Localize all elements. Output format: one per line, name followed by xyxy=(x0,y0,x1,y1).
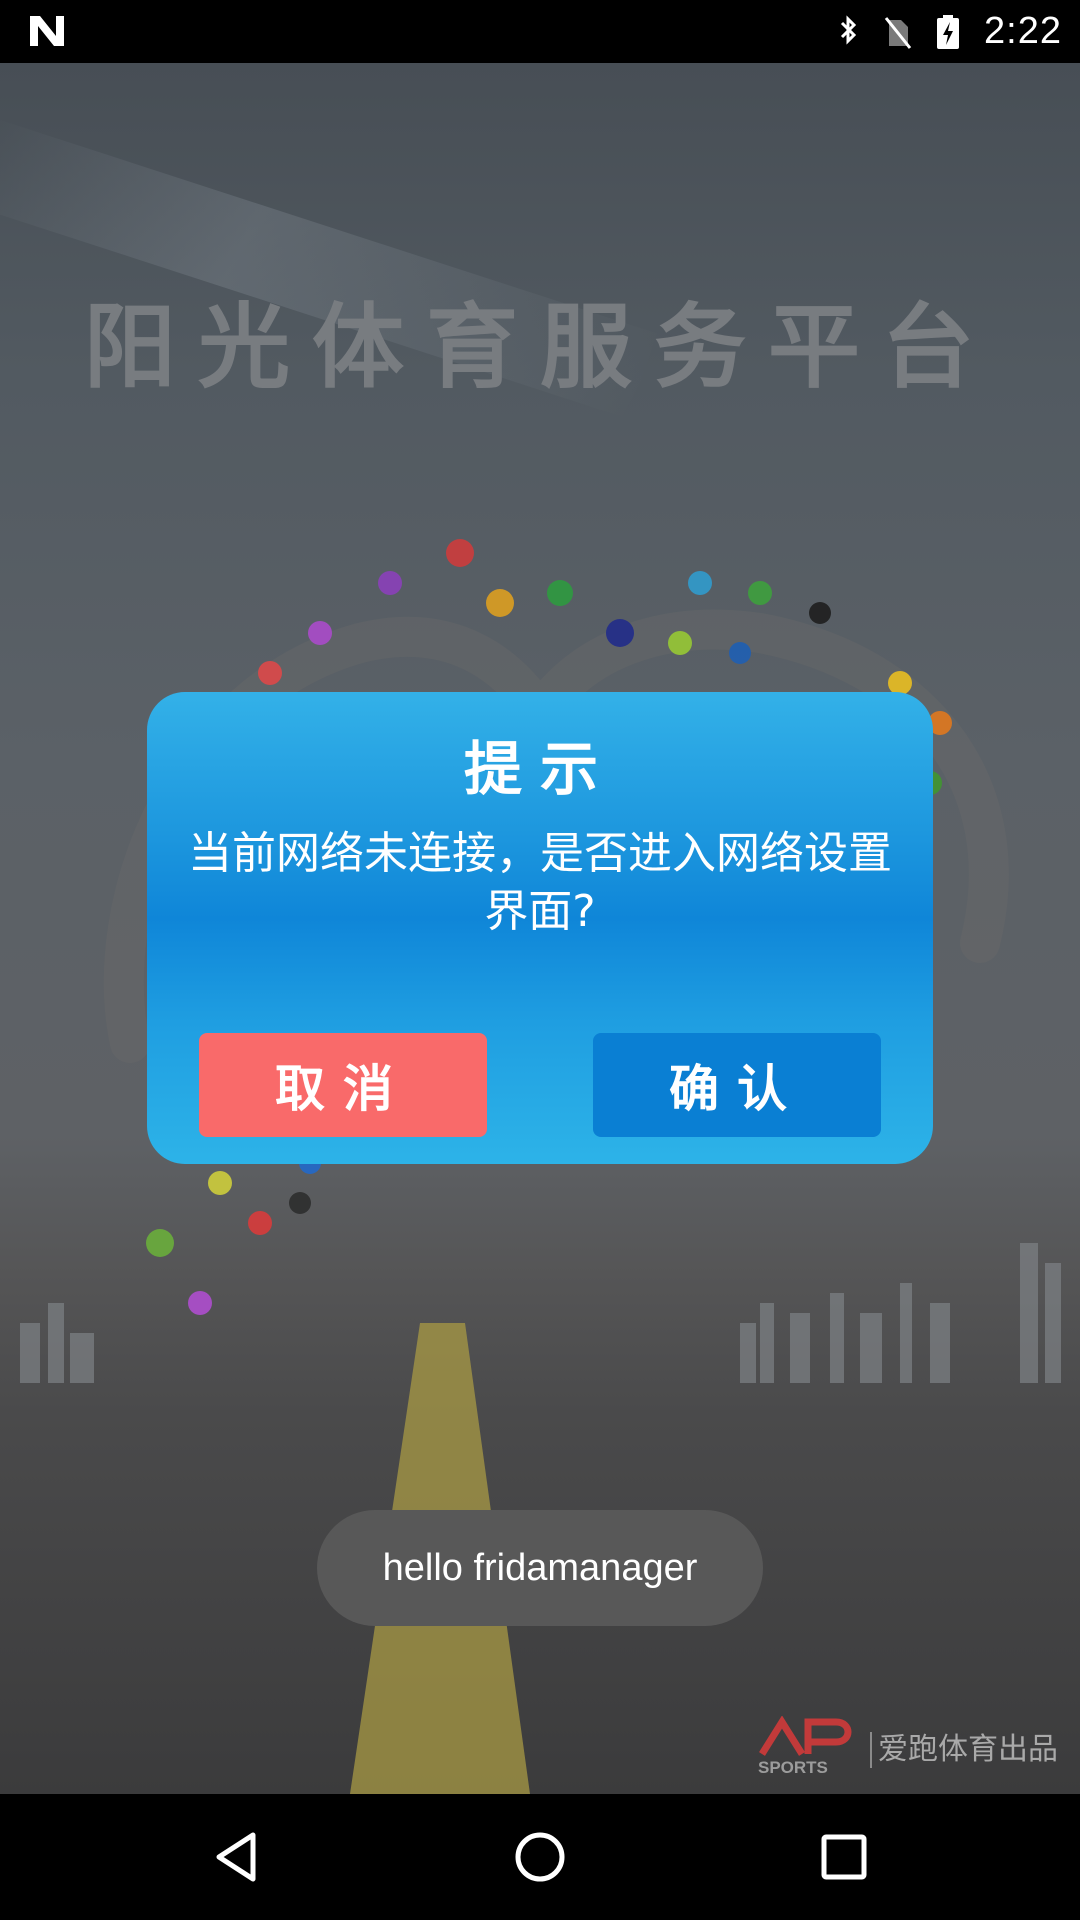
n-logo-icon xyxy=(30,16,64,46)
battery-charging-icon xyxy=(937,14,960,49)
svg-text:SPORTS: SPORTS xyxy=(758,1758,828,1776)
ap-sports-logo: SPORTS xyxy=(758,1716,852,1776)
navigation-bar xyxy=(0,1794,1080,1920)
app-title: 阳光体育服务平台 xyxy=(83,294,996,401)
brand-text: 爱跑体育出品 xyxy=(878,1732,1058,1767)
cancel-button[interactable]: 取消 xyxy=(199,1033,487,1137)
back-icon[interactable] xyxy=(207,1827,267,1887)
toast-message: hello fridamanager xyxy=(317,1510,763,1626)
brand-separator xyxy=(870,1732,872,1768)
bluetooth-icon xyxy=(840,14,857,45)
no-sim-icon xyxy=(884,16,912,49)
dialog-message: 当前网络未连接，是否进入网络设置界面? xyxy=(188,828,892,937)
status-icons: 2:22 xyxy=(834,0,1062,63)
confirm-button[interactable]: 确认 xyxy=(593,1033,881,1137)
recents-icon[interactable] xyxy=(814,1827,874,1887)
network-dialog: 提示 当前网络未连接，是否进入网络设置界面? 取消 确认 xyxy=(147,692,933,1164)
brand-footer: SPORTS 爱跑体育出品 xyxy=(756,1716,1058,1776)
status-bar: 2:22 xyxy=(0,0,1080,63)
clock: 2:22 xyxy=(984,10,1062,52)
dialog-title: 提示 xyxy=(463,735,616,803)
home-icon[interactable] xyxy=(510,1827,570,1887)
